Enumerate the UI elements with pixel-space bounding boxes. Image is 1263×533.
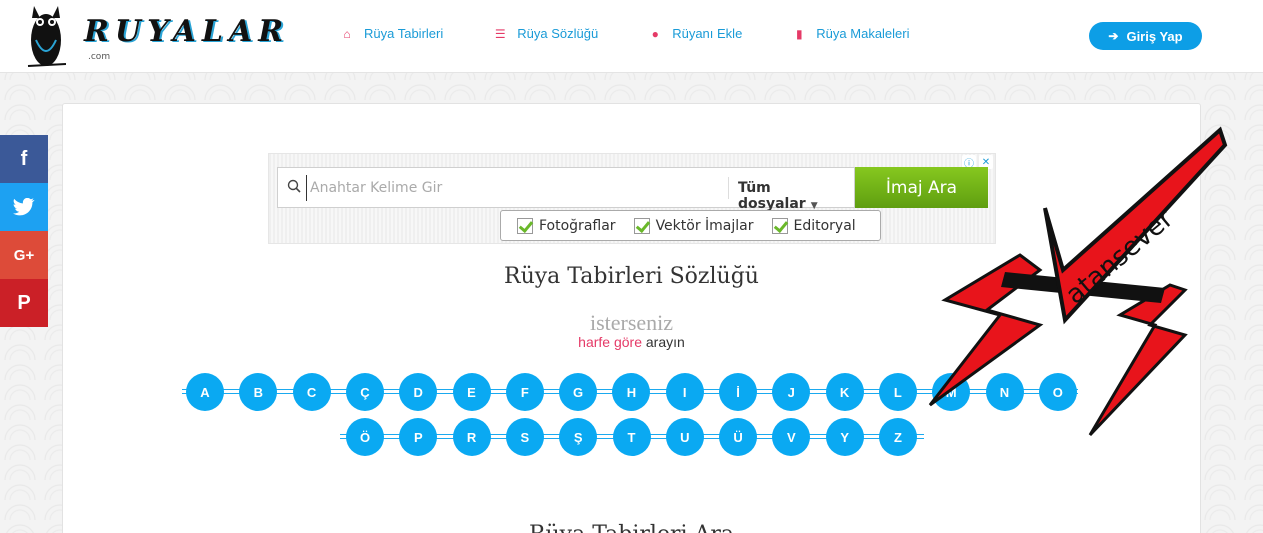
option-label: Editoryal <box>793 217 856 234</box>
letter-button[interactable]: Ö <box>346 418 384 456</box>
list-icon: ☰ <box>494 26 506 41</box>
letter-button[interactable]: Z <box>879 418 917 456</box>
facebook-share-button[interactable]: f <box>0 135 48 183</box>
search-icon <box>287 179 301 193</box>
nav-label: Rüya Tabirleri <box>364 26 444 41</box>
letter-button[interactable]: L <box>878 373 917 411</box>
login-button[interactable]: ➔ Giriş Yap <box>1089 22 1202 50</box>
subtitle-highlight: harfe göre <box>578 334 642 350</box>
google-plus-icon: G+ <box>13 246 35 264</box>
letter-button[interactable]: Y <box>825 418 864 456</box>
option-label: Fotoğraflar <box>539 217 616 234</box>
option-label: Vektör İmajlar <box>655 217 754 234</box>
ad-search-box: Tüm dosyalar▼ <box>277 167 855 212</box>
nav-ruya-makaleleri[interactable]: ▮ Rüya Makaleleri <box>792 26 910 41</box>
letter-button[interactable]: A <box>186 373 224 411</box>
nav-ruyani-ekle[interactable]: ● Rüyanı Ekle <box>648 26 743 41</box>
watermark-stamp: atansever <box>928 126 1228 437</box>
letter-button[interactable]: C <box>292 373 331 411</box>
pinterest-share-button[interactable]: P <box>0 279 48 327</box>
ad-search-banner: ⓘ ✕ Tüm dosyalar▼ İmaj Ara Fotoğraflar V… <box>268 153 996 244</box>
checkbox-checked-icon <box>517 217 533 234</box>
ad-file-type-dropdown[interactable]: Tüm dosyalar ▼ <box>738 180 854 212</box>
twitter-icon <box>13 198 35 216</box>
ad-option-vectors[interactable]: Vektör İmajlar <box>633 217 754 234</box>
ad-option-editorial[interactable]: Editoryal <box>771 217 856 234</box>
letter-button[interactable]: U <box>665 418 704 456</box>
letter-button[interactable]: Ç <box>345 373 384 411</box>
ad-separator <box>728 177 729 199</box>
letter-button[interactable]: Ü <box>719 418 758 456</box>
nav-ruya-sozlugu[interactable]: ☰ Rüya Sözlüğü <box>493 26 598 41</box>
letter-button[interactable]: Ş <box>559 418 598 456</box>
google-plus-share-button[interactable]: G+ <box>0 231 48 279</box>
ad-option-photos[interactable]: Fotoğraflar <box>517 217 616 234</box>
login-label: Giriş Yap <box>1126 28 1183 44</box>
header: RUYALAR .com ⌂ Rüya Tabirleri ☰ Rüya Söz… <box>0 0 1263 73</box>
ad-keyword-input[interactable] <box>306 175 726 201</box>
section-title: Rüya Tabirleri Ara <box>62 522 1201 533</box>
pinterest-icon: P <box>17 291 31 314</box>
letter-button[interactable]: İ <box>719 373 757 411</box>
ad-dropdown-label: Tüm dosyalar <box>738 180 806 212</box>
nav-ruya-tabirleri[interactable]: ⌂ Rüya Tabirleri <box>340 26 443 41</box>
owl-icon <box>27 6 66 67</box>
letter-button[interactable]: I <box>665 373 704 411</box>
letter-button[interactable]: K <box>825 373 864 411</box>
letter-button[interactable]: F <box>505 373 544 411</box>
ad-options: Fotoğraflar Vektör İmajlar Editoryal <box>500 210 881 241</box>
twitter-share-button[interactable] <box>0 183 48 231</box>
nav-label: Rüya Makaleleri <box>816 26 910 41</box>
logo-sub: .com <box>88 52 111 62</box>
letter-button[interactable]: S <box>505 418 544 456</box>
facebook-icon: f <box>20 147 28 170</box>
subtitle-rest: arayın <box>642 334 685 350</box>
bookmark-icon: ▮ <box>795 26 803 41</box>
logo-text: RUYALAR <box>84 14 290 49</box>
home-icon: ⌂ <box>343 26 351 41</box>
site-logo[interactable]: RUYALAR .com <box>26 0 286 73</box>
letter-button[interactable]: E <box>452 373 491 411</box>
letter-button[interactable]: T <box>612 418 651 456</box>
comments-icon: ● <box>651 26 659 41</box>
sign-in-icon: ➔ <box>1108 29 1119 43</box>
checkbox-checked-icon <box>771 217 788 234</box>
checkbox-checked-icon <box>633 217 650 234</box>
letter-button[interactable]: R <box>452 418 491 456</box>
nav-label: Rüya Sözlüğü <box>517 26 599 41</box>
letter-button[interactable]: G <box>559 373 598 411</box>
main-nav: ⌂ Rüya Tabirleri ☰ Rüya Sözlüğü ● Rüyanı… <box>340 26 960 41</box>
social-share-bar: f G+ P <box>0 135 48 327</box>
nav-label: Rüyanı Ekle <box>672 26 743 41</box>
letter-button[interactable]: D <box>399 373 438 411</box>
